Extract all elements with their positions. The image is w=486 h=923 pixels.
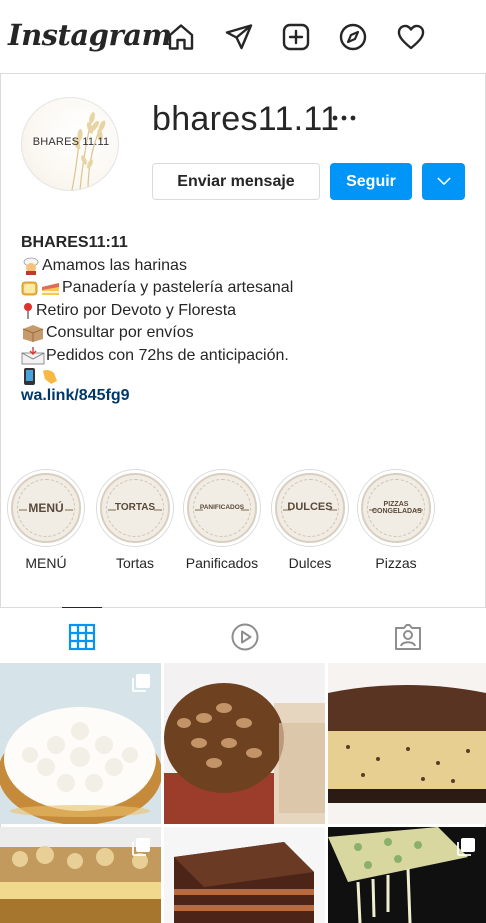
highlight-panificados[interactable]: PANIFICADOS Panificados xyxy=(183,469,263,571)
highlight-pizzas[interactable]: PIZZAS CONGELADAS Pizzas xyxy=(357,469,437,571)
bio-line: Pedidos con 72hs de anticipación. xyxy=(21,345,471,368)
post-thumbnail[interactable] xyxy=(164,827,325,923)
follow-button[interactable]: Seguir xyxy=(330,163,412,200)
profile-username: bhares11.11 xyxy=(152,100,340,138)
post-thumbnail[interactable] xyxy=(0,663,161,824)
post-thumbnail[interactable] xyxy=(328,663,486,824)
profile-bio: BHARES11:11 Amamos las harinas Panadería… xyxy=(21,232,471,408)
bio-name: BHARES11:11 xyxy=(21,234,128,251)
bio-line: Retiro por Devoto y Floresta xyxy=(21,300,471,323)
bio-link[interactable]: wa.link/845fg9 xyxy=(21,385,471,408)
multi-image-icon xyxy=(457,838,475,856)
send-message-button[interactable]: Enviar mensaje xyxy=(152,163,320,200)
inbox-emoji xyxy=(21,346,45,365)
post-grid xyxy=(0,663,486,923)
direct-message-icon[interactable] xyxy=(224,22,254,52)
highlight-tortas[interactable]: TORTAS Tortas xyxy=(96,469,176,571)
profile-avatar[interactable]: BHARES 11.11 xyxy=(21,97,119,191)
highlight-cover: TORTAS xyxy=(96,469,174,547)
post-thumbnail[interactable] xyxy=(164,663,325,824)
multi-image-icon xyxy=(132,838,150,856)
suggested-accounts-button[interactable] xyxy=(422,163,465,200)
story-highlights: MENÚ MENÚ TORTAS Tortas PANIFICADOS Pani… xyxy=(0,469,486,581)
bio-line: Consultar por envíos xyxy=(21,322,471,345)
pin-emoji xyxy=(21,302,35,320)
chevron-down-icon xyxy=(437,177,450,185)
post-thumbnail[interactable] xyxy=(328,827,486,923)
tagged-icon[interactable] xyxy=(393,622,423,652)
highlight-cover: DULCES xyxy=(271,469,349,547)
avatar-brand-text: BHARES 11.11 xyxy=(32,136,110,148)
multi-image-icon xyxy=(132,674,150,692)
top-nav: Instagram xyxy=(0,0,486,74)
bread-cake-emoji xyxy=(21,279,61,297)
bio-line: Amamos las harinas xyxy=(21,255,471,278)
profile-tabs xyxy=(0,607,486,663)
bio-line: Panadería y pastelería artesanal xyxy=(21,277,471,300)
highlight-cover: MENÚ xyxy=(7,469,85,547)
highlight-menu[interactable]: MENÚ MENÚ xyxy=(7,469,87,571)
cook-emoji xyxy=(21,257,41,275)
package-emoji xyxy=(21,324,45,343)
active-tab-indicator xyxy=(62,607,102,608)
grid-icon[interactable] xyxy=(67,622,97,652)
explore-icon[interactable] xyxy=(338,22,368,52)
highlight-label: Tortas xyxy=(115,555,155,571)
phone-point-emoji xyxy=(21,367,59,385)
reels-icon[interactable] xyxy=(230,622,260,652)
more-options-icon[interactable] xyxy=(330,108,358,128)
highlight-cover: PIZZAS CONGELADAS xyxy=(357,469,435,547)
highlight-label: Pizzas xyxy=(375,555,417,571)
highlight-label: MENÚ xyxy=(25,555,67,571)
post-thumbnail[interactable] xyxy=(0,827,161,923)
highlight-dulces[interactable]: DULCES Dulces xyxy=(271,469,351,571)
bio-line xyxy=(21,367,471,385)
highlight-label: Dulces xyxy=(288,555,332,571)
home-icon[interactable] xyxy=(166,22,196,52)
new-post-icon[interactable] xyxy=(281,22,311,52)
instagram-logo[interactable]: Instagram xyxy=(8,18,172,52)
activity-heart-icon[interactable] xyxy=(396,22,426,52)
highlight-cover: PANIFICADOS xyxy=(183,469,261,547)
highlight-label: Panificados xyxy=(185,555,259,571)
